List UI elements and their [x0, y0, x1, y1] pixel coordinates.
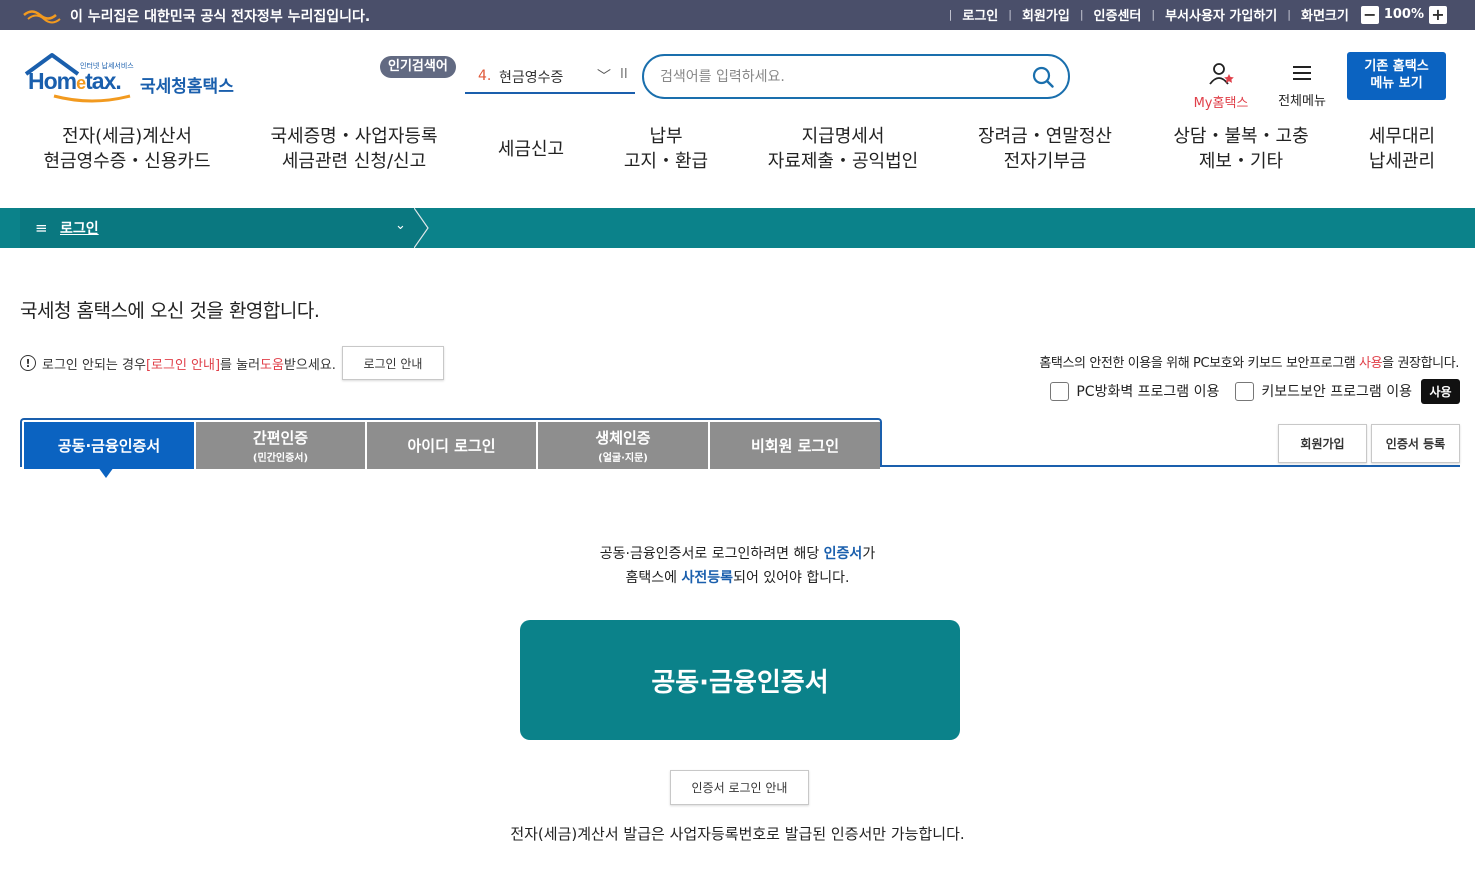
use-security-button[interactable]: 사용	[1421, 378, 1460, 404]
firewall-option[interactable]: PC방화벽 프로그램 이용	[1050, 381, 1219, 401]
search-input[interactable]	[660, 65, 1010, 89]
gnb-item-payment[interactable]: 납부 고지・환급	[624, 124, 708, 174]
welcome-heading: 국세청 홈택스에 오신 것을 환영합니다.	[20, 300, 320, 322]
cert-register-button[interactable]: 인증서 등록	[1371, 424, 1460, 463]
exclamation-icon: !	[20, 355, 36, 371]
my-hometax-label: My홈택스	[1193, 96, 1249, 111]
tab-id-login[interactable]: 아이디 로그인	[367, 422, 536, 469]
keyboard-security-option[interactable]: 키보드보안 프로그램 이용	[1235, 381, 1412, 401]
tab-side-buttons: 회원가입 인증서 등록	[1278, 424, 1460, 463]
gnb-item-tax-agent[interactable]: 세무대리 납세관리	[1369, 124, 1435, 174]
popular-rank: 4.	[478, 68, 492, 84]
cert-center-link[interactable]: 인증센터	[1094, 5, 1142, 24]
hometax-logo[interactable]: 인터넷 납세서비스 Hometax. 국세청홈택스	[22, 52, 237, 104]
gnb-item-payment-statement[interactable]: 지급명세서 자료제출・공익법인	[768, 124, 918, 174]
logo-brand: Hometax.	[28, 68, 122, 94]
active-tab-pointer	[98, 467, 114, 478]
popular-keyword[interactable]: 현금영수증	[499, 67, 563, 87]
gnb-item-consult[interactable]: 상담・불복・고충 제보・기타	[1173, 124, 1308, 174]
zoom-in-button[interactable]: +	[1429, 5, 1447, 24]
eg-logo-icon	[23, 10, 61, 24]
popular-keyword-rolling[interactable]: 4. 현금영수증 ﹀ II	[465, 62, 635, 94]
gov-banner-text: 이 누리집은 대한민국 공식 전자정부 누리집입니다.	[70, 9, 371, 25]
search-icon[interactable]	[1032, 66, 1054, 88]
screen-size-label: 화면크기	[1300, 9, 1349, 24]
security-options: PC방화벽 프로그램 이용 키보드보안 프로그램 이용 사용	[1034, 378, 1460, 404]
old-menu-line1: 기존 홈택스	[1364, 59, 1429, 74]
chevron-down-icon[interactable]: ﹀	[597, 66, 611, 86]
login-tabs: 공동·금융인증서 간편인증 (민간인증서) 아이디 로그인 생체인증 (얼굴·지문)…	[20, 418, 882, 469]
gnb-item-incentive[interactable]: 장려금・연말정산 전자기부금	[978, 124, 1112, 174]
location-bar: ≡ 로그인 ⌄	[0, 208, 1475, 248]
location-title[interactable]: 로그인	[60, 218, 99, 238]
tab-biometric[interactable]: 생체인증 (얼굴·지문)	[538, 422, 708, 469]
gnb-item-tax-filing[interactable]: 세금신고	[498, 137, 564, 162]
menu-lines-icon: ≡	[35, 219, 48, 237]
hamburger-icon	[1293, 66, 1311, 80]
old-menu-line2: 메뉴 보기	[1370, 76, 1423, 91]
gnb-item-einvoice[interactable]: 전자(세금)계산서 현금영수증・신용카드	[43, 124, 210, 174]
popular-search-badge: 인기검색어	[380, 56, 456, 78]
pause-icon[interactable]: II	[620, 67, 628, 82]
dept-user-signup-link[interactable]: 부서사용자 가입하기	[1165, 5, 1277, 24]
tab-guest-login[interactable]: 비회원 로그인	[710, 422, 880, 469]
gov-banner: 이 누리집은 대한민국 공식 전자정부 누리집입니다. | 로그인 | 회원가입…	[0, 0, 1475, 30]
location-dropdown[interactable]: ≡ 로그인 ⌄	[20, 208, 420, 248]
my-hometax-link[interactable]: My홈택스	[1188, 62, 1254, 111]
tab-joint-cert[interactable]: 공동·금융인증서	[24, 422, 194, 469]
login-guide-link[interactable]: [로그인 안내]	[146, 354, 220, 373]
cert-login-info: 공동·금융인증서로 로그인하려면 해당 인증서가 홈택스에 사전등록되어 있어야…	[599, 546, 876, 586]
breadcrumb-arrow-icon	[414, 208, 429, 248]
top-utility-links: | 로그인 | 회원가입 | 인증센터 | 부서사용자 가입하기 | 화면크기 …	[939, 5, 1447, 24]
gnb-item-certificate[interactable]: 국세증명・사업자등록 세금관련 신청/신고	[270, 124, 437, 174]
all-menu-label: 전체메뉴	[1278, 94, 1326, 109]
zoom-level: 100%	[1383, 7, 1424, 22]
chevron-down-icon[interactable]: ⌄	[395, 218, 406, 233]
firewall-checkbox[interactable]	[1050, 381, 1070, 401]
zoom-out-button[interactable]: −	[1360, 5, 1379, 24]
old-hometax-menu-button[interactable]: 기존 홈택스 메뉴 보기	[1347, 52, 1446, 100]
einvoice-cert-note: 전자(세금)계산서 발급은 사업자등록번호로 발급된 인증서만 가능합니다.	[510, 825, 965, 843]
logo-name: 국세청홈택스	[140, 77, 234, 97]
logo-swoosh-icon	[53, 94, 131, 103]
signup-link[interactable]: 회원가입	[1022, 5, 1070, 24]
login-link[interactable]: 로그인	[962, 5, 998, 24]
user-star-icon	[1209, 63, 1234, 85]
cert-login-guide-button[interactable]: 인증서 로그인 안내	[670, 770, 809, 805]
tab-simple-auth[interactable]: 간편인증 (민간인증서)	[196, 422, 365, 469]
signup-button[interactable]: 회원가입	[1278, 424, 1367, 463]
joint-cert-login-button[interactable]: 공동·금융인증서	[520, 620, 960, 740]
search-box	[642, 54, 1070, 99]
all-menu-button[interactable]: 전체메뉴	[1272, 62, 1332, 109]
login-help-line: ! 로그인 안되는 경우 [로그인 안내] 를 눌러 도움 받으세요. 로그인 …	[20, 346, 444, 380]
security-recommendation: 홈택스의 안전한 이용을 위해 PC보호와 키보드 보안프로그램 사용을 권장합…	[1039, 356, 1459, 371]
login-guide-button[interactable]: 로그인 안내	[341, 346, 444, 380]
keyboard-security-checkbox[interactable]	[1235, 381, 1255, 401]
